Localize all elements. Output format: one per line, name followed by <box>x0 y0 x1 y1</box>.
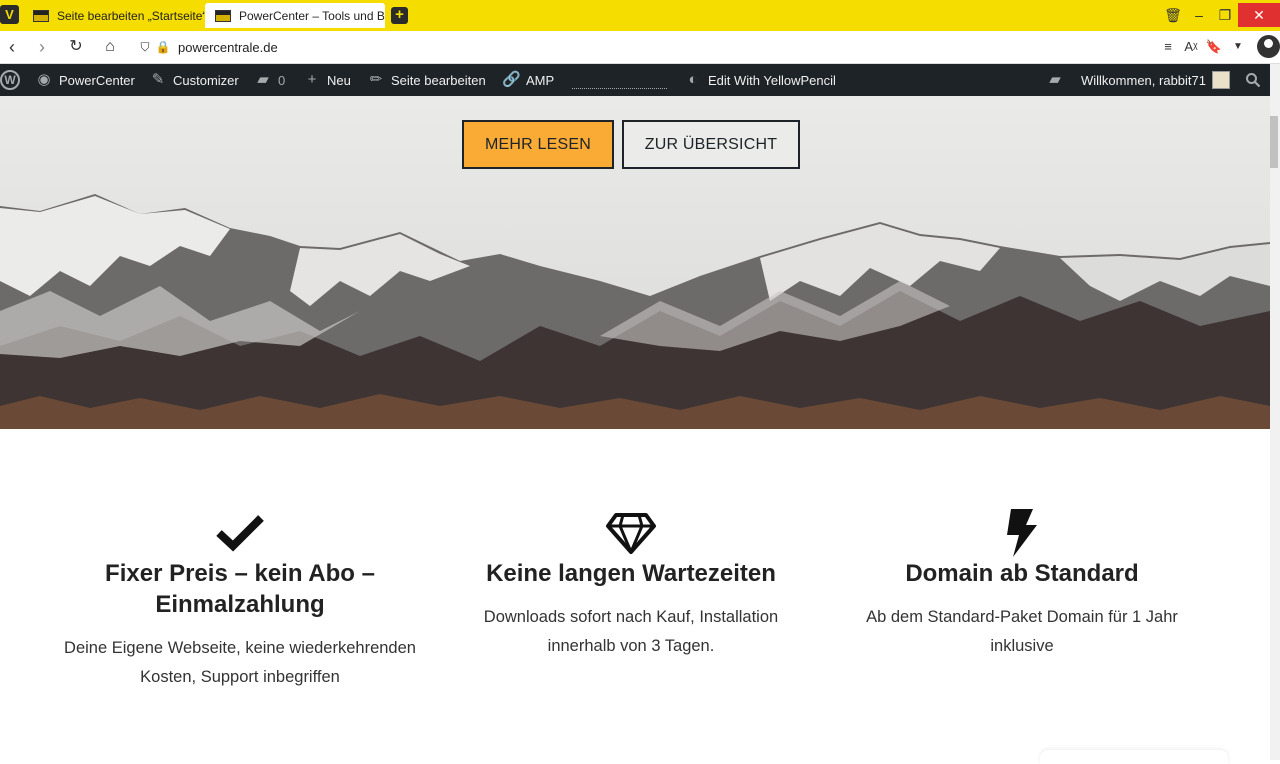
site-name: PowerCenter <box>59 72 135 88</box>
hero-section: MEHR LESEN ZUR ÜBERSICHT <box>0 96 1270 429</box>
tab-title: Seite bearbeiten „Startseite“ <box>57 8 205 23</box>
wordpress-logo: W <box>0 70 20 90</box>
new-label: Neu <box>327 72 351 88</box>
wp-admin-bar: W ◉ PowerCenter ✎ Customizer ▰ 0 + Neu ✏… <box>0 64 1270 96</box>
browser-tab-bar: V Seite bearbeiten „Startseite“ PowerCen… <box>0 0 1280 31</box>
customizer-link[interactable]: ✎ Customizer <box>149 64 239 96</box>
new-content-link[interactable]: + Neu <box>303 64 351 96</box>
greeting-label: Willkommen, rabbit71 <box>1081 72 1206 88</box>
comments-link[interactable]: ▰ 0 <box>254 64 285 96</box>
site-favicon-icon <box>215 9 231 22</box>
pencil-icon: ✏ <box>369 71 383 88</box>
admin-bar-placeholder <box>572 88 667 89</box>
url-field[interactable]: powercentrale.de <box>178 40 278 55</box>
link-icon: 🔗 <box>502 71 521 88</box>
search-icon[interactable] <box>1245 64 1261 96</box>
user-avatar <box>1212 71 1230 89</box>
plus-icon: + <box>307 71 317 88</box>
bookmark-icon[interactable]: 🔖 <box>1203 36 1225 58</box>
back-icon[interactable]: ‹ <box>0 35 24 59</box>
lock-icon[interactable]: 🔒 <box>151 35 175 59</box>
speech-bubble-icon: ▰ <box>1049 71 1061 88</box>
brush-icon: ✎ <box>151 71 165 88</box>
checkmark-icon <box>216 515 264 552</box>
reader-view-icon[interactable]: ≡ <box>1157 36 1179 58</box>
feature-title: Keine langen Wartezeiten <box>486 560 776 587</box>
translate-icon[interactable]: Aᵡ <box>1180 36 1202 58</box>
minimize-icon[interactable]: – <box>1186 3 1212 27</box>
yellowpencil-link[interactable]: ◐ Edit With YellowPencil <box>684 64 836 96</box>
browser-tab[interactable]: Seite bearbeiten „Startseite“ <box>23 3 205 28</box>
feature-title: Fixer Preis – kein Abo – Einmalzahlung <box>105 560 375 618</box>
yellowpencil-label: Edit With YellowPencil <box>708 72 836 88</box>
page-scrollbar[interactable] <box>1270 64 1280 760</box>
overview-button[interactable]: ZUR ÜBERSICHT <box>622 120 800 169</box>
diamond-icon <box>606 513 656 554</box>
feature-domain: Domain ab Standard Ab dem Standard-Paket… <box>842 509 1202 661</box>
feature-text: Ab dem Standard-Paket Domain für 1 Jahr … <box>866 608 1178 655</box>
home-icon[interactable]: ⌂ <box>98 35 122 59</box>
feature-text: Downloads sofort nach Kauf, Installation… <box>483 608 779 655</box>
scrollbar-thumb[interactable] <box>1270 116 1278 168</box>
browser-menu-icon[interactable]: V <box>0 5 19 24</box>
site-favicon-icon <box>33 9 49 22</box>
chevron-down-icon[interactable]: ▼ <box>1227 36 1249 58</box>
search-glyph <box>1246 73 1261 88</box>
comments-count: 0 <box>278 72 286 88</box>
account-menu[interactable]: Willkommen, rabbit71 <box>1081 64 1230 96</box>
feature-title: Domain ab Standard <box>905 560 1139 587</box>
restore-icon[interactable]: ❐ <box>1212 3 1238 27</box>
wordpress-logo-icon[interactable]: W <box>0 64 20 96</box>
forward-icon[interactable]: › <box>30 35 54 59</box>
admin-site-link[interactable]: ◉ PowerCenter <box>35 64 135 96</box>
tab-title: PowerCenter – Tools und Bu <box>239 8 385 23</box>
dashboard-icon: ◉ <box>37 71 51 88</box>
read-more-button[interactable]: MEHR LESEN <box>462 120 614 169</box>
edit-page-link[interactable]: ✏ Seite bearbeiten <box>367 64 486 96</box>
feature-no-waiting: Keine langen Wartezeiten Downloads sofor… <box>452 510 810 661</box>
browser-tab-active[interactable]: PowerCenter – Tools und Bu <box>205 3 385 28</box>
address-bar: ‹ › ↻ ⌂ ⛉ 🔒 powercentrale.de ≡ Aᵡ 🔖 ▼ <box>0 31 1280 64</box>
edit-page-label: Seite bearbeiten <box>391 72 486 88</box>
profile-avatar-icon[interactable] <box>1257 35 1280 58</box>
floating-widget[interactable] <box>1040 750 1228 764</box>
amp-label: AMP <box>526 72 555 88</box>
feature-fixed-price: Fixer Preis – kein Abo – Einmalzahlung D… <box>60 510 420 692</box>
feature-text: Deine Eigene Webseite, keine wiederkehre… <box>64 639 416 686</box>
notification-icon[interactable]: ▰ <box>1046 64 1070 96</box>
close-window-icon[interactable]: ✕ <box>1238 3 1280 27</box>
new-tab-icon[interactable]: + <box>391 7 408 24</box>
palette-icon: ◐ <box>688 71 698 88</box>
amp-link[interactable]: 🔗 AMP <box>502 64 554 96</box>
customizer-label: Customizer <box>173 72 239 88</box>
trash-icon[interactable]: 🗑 <box>1160 3 1186 27</box>
lightning-icon <box>1007 509 1037 557</box>
comment-icon: ▰ <box>257 71 269 88</box>
reload-icon[interactable]: ↻ <box>64 35 88 59</box>
